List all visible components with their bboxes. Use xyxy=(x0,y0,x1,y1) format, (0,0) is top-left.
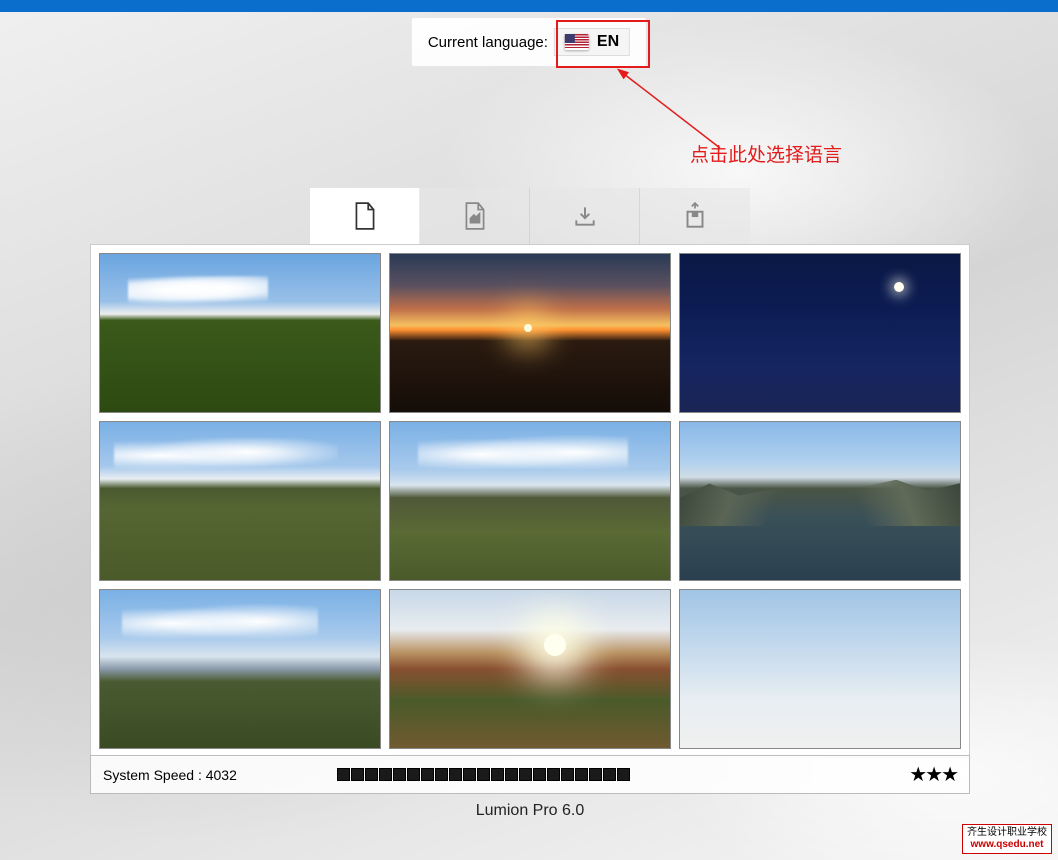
system-speed-bars xyxy=(337,768,630,781)
watermark-line2: www.qsedu.net xyxy=(967,839,1047,851)
language-code: EN xyxy=(597,33,619,51)
save-icon xyxy=(682,201,708,231)
scene-thumbnail[interactable] xyxy=(389,253,671,413)
tab-new[interactable] xyxy=(310,188,420,244)
speed-bar-segment xyxy=(337,768,350,781)
speed-bar-segment xyxy=(491,768,504,781)
speed-bar-segment xyxy=(379,768,392,781)
tab-bar xyxy=(90,188,970,244)
scene-thumbnail[interactable] xyxy=(679,421,961,581)
footer-status-row: System Speed : 4032 ★★★ xyxy=(90,755,970,794)
scene-thumbnail[interactable] xyxy=(389,589,671,749)
speed-bar-segment xyxy=(533,768,546,781)
scene-thumbnail[interactable] xyxy=(389,421,671,581)
scene-thumbnail[interactable] xyxy=(679,253,961,413)
scene-thumbnail[interactable] xyxy=(679,589,961,749)
watermark: 齐生设计职业学校 www.qsedu.net xyxy=(962,824,1052,854)
speed-bar-segment xyxy=(589,768,602,781)
speed-bar-segment xyxy=(435,768,448,781)
footer: System Speed : 4032 ★★★ Lumion Pro 6.0 xyxy=(90,755,970,820)
flag-us-icon xyxy=(565,34,589,50)
speed-bar-segment xyxy=(561,768,574,781)
watermark-line1: 齐生设计职业学校 xyxy=(967,827,1047,839)
speed-bar-segment xyxy=(519,768,532,781)
load-icon xyxy=(572,201,598,231)
speed-bar-segment xyxy=(365,768,378,781)
top-bar xyxy=(0,0,1058,12)
system-speed-label: System Speed : 4032 xyxy=(103,767,237,783)
scene-thumbnail[interactable] xyxy=(99,589,381,749)
scene-grid-container xyxy=(90,244,970,758)
speed-bar-segment xyxy=(351,768,364,781)
speed-bar-segment xyxy=(575,768,588,781)
open-file-icon xyxy=(462,201,488,231)
speed-bar-segment xyxy=(603,768,616,781)
app-title: Lumion Pro 6.0 xyxy=(90,802,970,820)
tab-load[interactable] xyxy=(530,188,640,244)
speed-bar-segment xyxy=(421,768,434,781)
speed-bar-segment xyxy=(463,768,476,781)
speed-bar-segment xyxy=(617,768,630,781)
new-file-icon xyxy=(352,201,378,231)
scene-thumbnail[interactable] xyxy=(99,253,381,413)
language-selector-button[interactable]: EN xyxy=(554,28,630,56)
speed-bar-segment xyxy=(449,768,462,781)
speed-bar-segment xyxy=(547,768,560,781)
scene-grid xyxy=(99,253,961,749)
language-label: Current language: xyxy=(428,34,548,51)
rating-stars: ★★★ xyxy=(909,762,957,787)
language-panel: Current language: EN xyxy=(412,18,646,66)
tab-open[interactable] xyxy=(420,188,530,244)
scene-thumbnail[interactable] xyxy=(99,421,381,581)
speed-bar-segment xyxy=(407,768,420,781)
speed-bar-segment xyxy=(477,768,490,781)
speed-bar-segment xyxy=(393,768,406,781)
main-area xyxy=(90,188,970,758)
speed-bar-segment xyxy=(505,768,518,781)
tab-save[interactable] xyxy=(640,188,750,244)
